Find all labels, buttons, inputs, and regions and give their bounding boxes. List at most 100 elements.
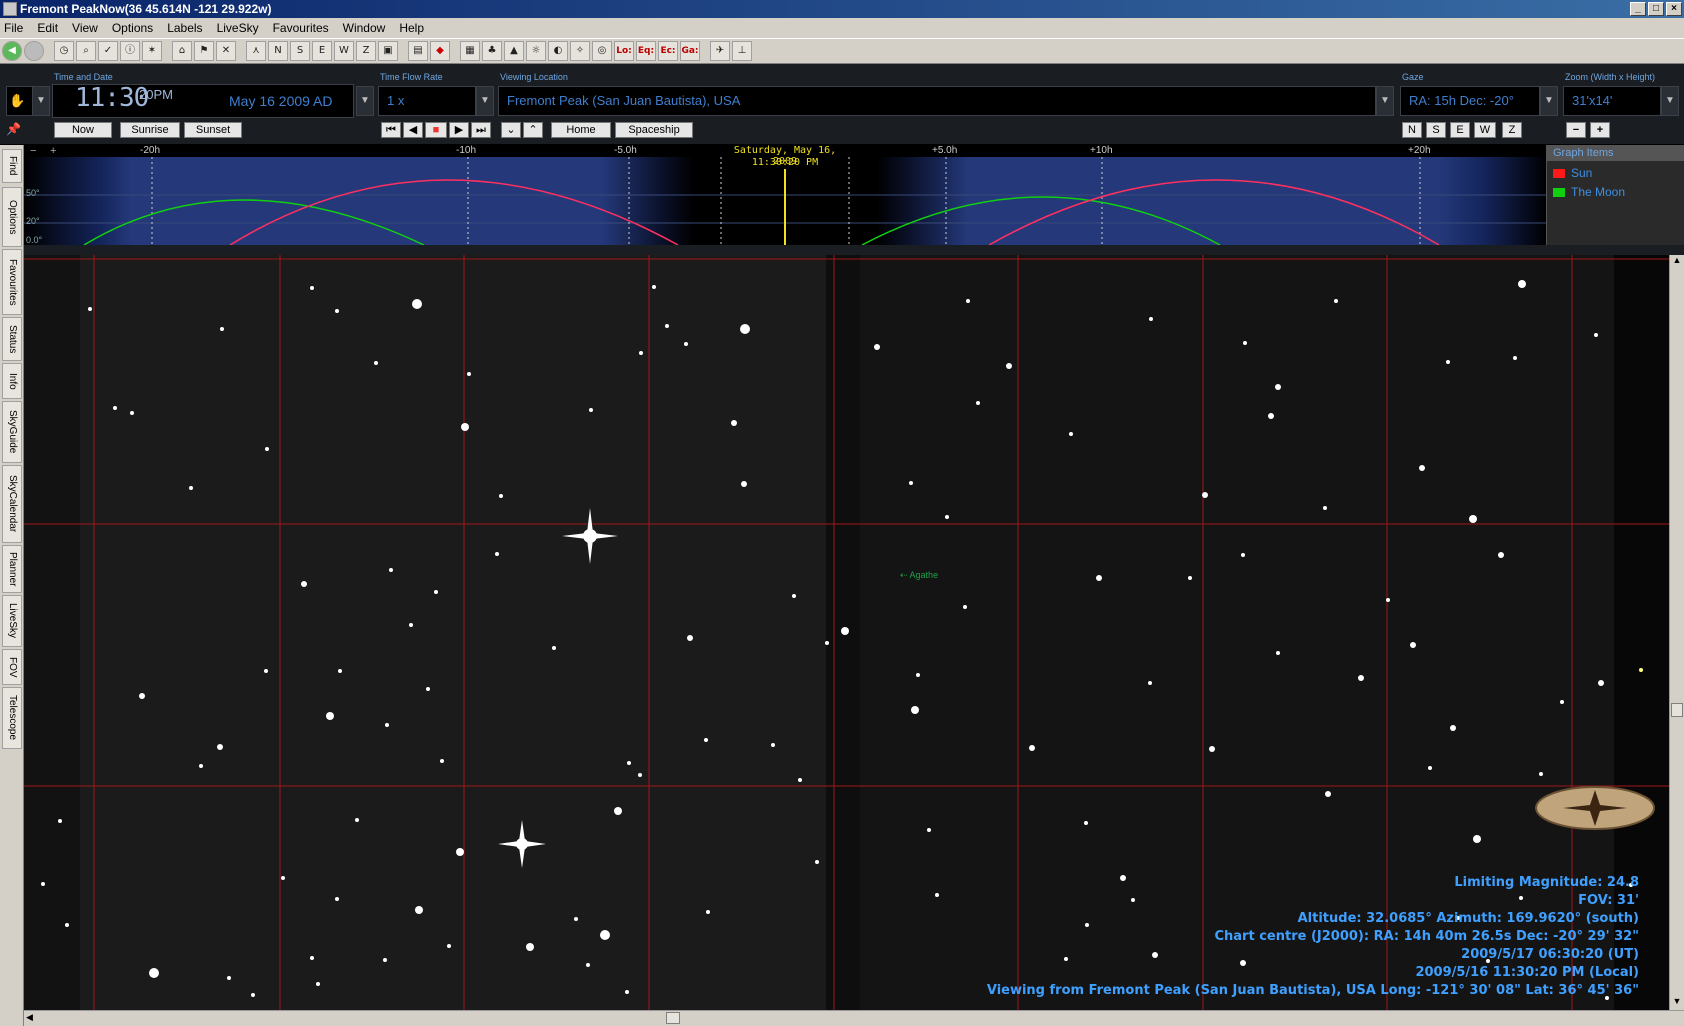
horizontal-scrollbar[interactable]: ◀ — [24, 1010, 1684, 1026]
compass-n-button[interactable]: N — [1402, 122, 1422, 138]
screen-icon[interactable]: ▣ — [378, 41, 398, 61]
timeline-zoom-in-icon[interactable]: + — [50, 145, 56, 157]
tab-status[interactable]: Status — [2, 317, 22, 361]
zoom-dropdown-icon[interactable]: ▼ — [1661, 86, 1679, 116]
scroll-left-icon[interactable]: ◀ — [26, 1012, 33, 1023]
scope-icon[interactable]: ⊥ — [732, 41, 752, 61]
pin-icon[interactable]: 📌 — [6, 122, 21, 136]
spaceship-button[interactable]: Spaceship — [615, 122, 693, 138]
scroll-thumb[interactable] — [1671, 703, 1683, 717]
close-button[interactable]: × — [1666, 2, 1682, 16]
menu-file[interactable]: File — [4, 21, 23, 35]
menu-livesky[interactable]: LiveSky — [217, 21, 259, 35]
flag-icon[interactable]: ⚑ — [194, 41, 214, 61]
stop-time-icon[interactable]: ■ — [425, 122, 447, 138]
scroll-up-icon[interactable]: ▲ — [1670, 255, 1684, 269]
target-icon[interactable]: ◎ — [592, 41, 612, 61]
menu-window[interactable]: Window — [343, 21, 386, 35]
play-icon[interactable]: ▶ — [449, 122, 469, 138]
menu-edit[interactable]: Edit — [37, 21, 58, 35]
zoom-icon[interactable]: ⌕ — [76, 41, 96, 61]
tab-livesky[interactable]: LiveSky — [2, 595, 22, 647]
legend-item-sun[interactable]: Sun — [1547, 166, 1684, 180]
n-icon[interactable]: N — [268, 41, 288, 61]
scroll-down-icon[interactable]: ▼ — [1670, 996, 1684, 1010]
gaze-field[interactable]: RA: 15h Dec: -20° — [1400, 86, 1540, 116]
skip-back-icon[interactable]: ⏮ — [381, 122, 401, 138]
location-dropdown-icon[interactable]: ▼ — [1376, 86, 1394, 116]
time-date-field[interactable]: 11:30 20PM May 16 2009 AD — [52, 84, 354, 118]
e-icon[interactable]: E — [312, 41, 332, 61]
hscroll-thumb[interactable] — [666, 1012, 680, 1024]
tab-favourites[interactable]: Favourites — [2, 249, 22, 315]
menu-help[interactable]: Help — [399, 21, 424, 35]
telescope-icon[interactable]: ⋏ — [246, 41, 266, 61]
zoom-field[interactable]: 31'x14' — [1563, 86, 1661, 116]
legend-item-moon[interactable]: The Moon — [1547, 185, 1684, 199]
tab-fov[interactable]: FOV — [2, 649, 22, 685]
vertical-scrollbar[interactable]: ▲ ▼ — [1669, 255, 1684, 1010]
menu-options[interactable]: Options — [112, 21, 153, 35]
s-icon[interactable]: S — [290, 41, 310, 61]
home-button[interactable]: Home — [551, 122, 611, 138]
tree-icon[interactable]: ♣ — [482, 41, 502, 61]
x-icon[interactable]: ✕ — [216, 41, 236, 61]
gaze-dropdown-icon[interactable]: ▼ — [1540, 86, 1558, 116]
moon-icon[interactable]: ◐ — [548, 41, 568, 61]
legend-title[interactable]: Graph Items — [1547, 145, 1684, 161]
tab-skycalendar[interactable]: SkyCalendar — [2, 465, 22, 543]
w-icon[interactable]: W — [334, 41, 354, 61]
now-button[interactable]: Now — [54, 122, 112, 138]
location-field[interactable]: Fremont Peak (San Juan Bautista), USA — [498, 86, 1376, 116]
menu-labels[interactable]: Labels — [167, 21, 202, 35]
altitude-timeline[interactable]: − + -20h -10h -5.0h +5.0h +10h +20h 50° … — [24, 145, 1546, 245]
info-icon[interactable]: ⓘ — [120, 41, 140, 61]
sun-icon[interactable]: ☼ — [526, 41, 546, 61]
panel-splitter[interactable] — [24, 245, 1684, 255]
back-icon[interactable]: ◀ — [2, 41, 22, 61]
stars-icon[interactable]: ✶ — [142, 41, 162, 61]
date-dropdown-icon[interactable]: ▼ — [356, 86, 374, 116]
zoom-out-button[interactable]: − — [1566, 122, 1586, 138]
zoom-in-button[interactable]: + — [1590, 122, 1610, 138]
sunset-button[interactable]: Sunset — [184, 122, 242, 138]
tab-skyguide[interactable]: SkyGuide — [2, 401, 22, 463]
chart-icon[interactable]: ▤ — [408, 41, 428, 61]
constellation-icon[interactable]: ✧ — [570, 41, 590, 61]
check-icon[interactable]: ✓ — [98, 41, 118, 61]
clock-icon[interactable]: ◷ — [54, 41, 74, 61]
coord-galactic-button[interactable]: Ga: — [680, 41, 700, 61]
tab-options[interactable]: Options — [2, 187, 22, 247]
tab-telescope[interactable]: Telescope — [2, 687, 22, 749]
hand-icon[interactable]: ✋ — [6, 86, 34, 116]
satellite-icon[interactable]: ✈ — [710, 41, 730, 61]
tab-find[interactable]: Find — [2, 149, 22, 183]
grid-icon[interactable]: ▦ — [460, 41, 480, 61]
coord-local-button[interactable]: Lo: — [614, 41, 634, 61]
compass-e-button[interactable]: E — [1450, 122, 1470, 138]
compass-z-button[interactable]: Z — [1502, 122, 1522, 138]
minimize-button[interactable]: _ — [1630, 2, 1646, 16]
coord-equatorial-button[interactable]: Eq: — [636, 41, 656, 61]
step-back-icon[interactable]: ◀ — [403, 122, 423, 138]
stop-icon[interactable] — [24, 41, 44, 61]
mountain-icon[interactable]: ▲ — [504, 41, 524, 61]
timeline-zoom-out-icon[interactable]: − — [30, 145, 36, 157]
maximize-button[interactable]: □ — [1648, 2, 1664, 16]
diamond-icon[interactable]: ◆ — [430, 41, 450, 61]
sky-chart[interactable]: ⇠ Agathe Limiting Magnitude: 24.8 FOV: 3… — [24, 255, 1669, 1010]
skip-forward-icon[interactable]: ⏭ — [471, 122, 491, 138]
hand-dropdown-icon[interactable]: ▼ — [32, 86, 50, 116]
object-label-agathe[interactable]: ⇠ Agathe — [900, 570, 938, 581]
menu-favourites[interactable]: Favourites — [273, 21, 329, 35]
sunrise-button[interactable]: Sunrise — [120, 122, 180, 138]
z-icon[interactable]: Z — [356, 41, 376, 61]
coord-ecliptic-button[interactable]: Ec: — [658, 41, 678, 61]
tab-planner[interactable]: Planner — [2, 545, 22, 593]
tab-info[interactable]: Info — [2, 363, 22, 399]
rate-dropdown-icon[interactable]: ▼ — [476, 86, 494, 116]
down-icon[interactable]: ⌄ — [501, 122, 521, 138]
menu-view[interactable]: View — [72, 21, 98, 35]
compass-w-button[interactable]: W — [1474, 122, 1496, 138]
up-icon[interactable]: ⌃ — [523, 122, 543, 138]
